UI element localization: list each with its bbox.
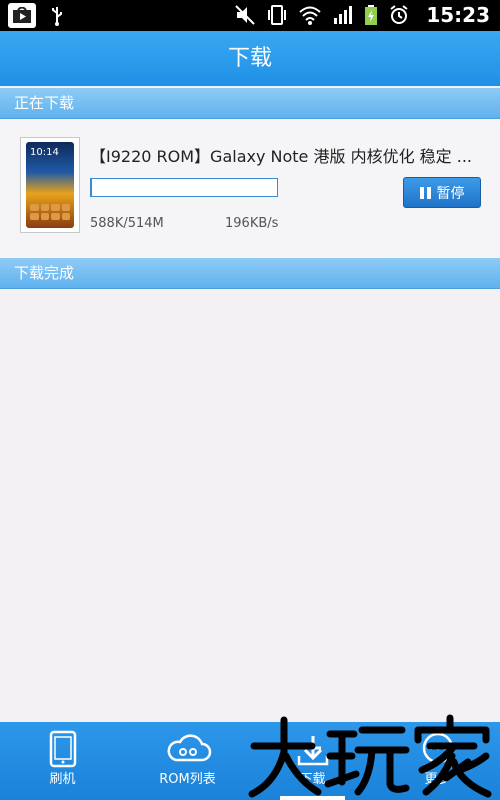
signal-icon — [334, 6, 353, 24]
section-title-completed: 下载完成 — [14, 264, 75, 282]
alarm-icon — [390, 5, 408, 24]
download-speed: 196KB/s — [225, 216, 279, 231]
nav-label-download: 下载 — [299, 772, 326, 787]
more-icon — [422, 732, 453, 764]
download-size: 588K/514M — [90, 216, 164, 231]
download-icon — [297, 736, 328, 766]
phone-icon — [49, 730, 76, 768]
page-title-bar: 下载 — [0, 31, 500, 86]
play-store-icon — [8, 3, 36, 28]
pause-button[interactable]: 暂停 — [403, 177, 481, 208]
section-title-downloading: 正在下载 — [14, 94, 75, 112]
pause-icon — [419, 186, 431, 199]
nav-label-flash: 刷机 — [49, 772, 76, 787]
wifi-icon — [299, 6, 321, 25]
phone-screenshot-image: 10:14 — [26, 142, 74, 228]
page-title: 下载 — [227, 46, 272, 71]
mute-icon — [235, 5, 256, 25]
pause-label: 暂停 — [436, 185, 465, 202]
usb-icon — [52, 6, 62, 26]
nav-label-more: 更多 — [424, 772, 451, 787]
status-time: 15:23 — [426, 3, 490, 27]
cloud-icon — [167, 734, 211, 762]
section-header-downloading: 正在下载 — [0, 88, 500, 119]
completed-list-empty — [0, 290, 500, 722]
download-item[interactable]: 10:14 【I9220 ROM】Galaxy Note 港版 内核优化 稳定 … — [0, 119, 500, 258]
nav-item-download[interactable]: 下载 — [250, 722, 375, 800]
nav-item-more[interactable]: 更多 — [375, 722, 500, 800]
bottom-nav: 刷机 ROM列表 下载 更多 — [0, 722, 500, 800]
status-bar: 15:23 — [0, 0, 500, 31]
vibrate-icon — [268, 5, 287, 25]
nav-item-rom-list[interactable]: ROM列表 — [125, 722, 250, 800]
nav-item-flash[interactable]: 刷机 — [0, 722, 125, 800]
rom-thumbnail: 10:14 — [20, 137, 80, 233]
nav-label-rom-list: ROM列表 — [159, 772, 216, 787]
section-header-completed: 下载完成 — [0, 258, 500, 289]
download-title: 【I9220 ROM】Galaxy Note 港版 内核优化 稳定 ... — [90, 147, 472, 166]
download-progress-bar — [90, 178, 278, 197]
battery-icon — [365, 5, 378, 25]
nav-active-indicator — [280, 796, 345, 800]
